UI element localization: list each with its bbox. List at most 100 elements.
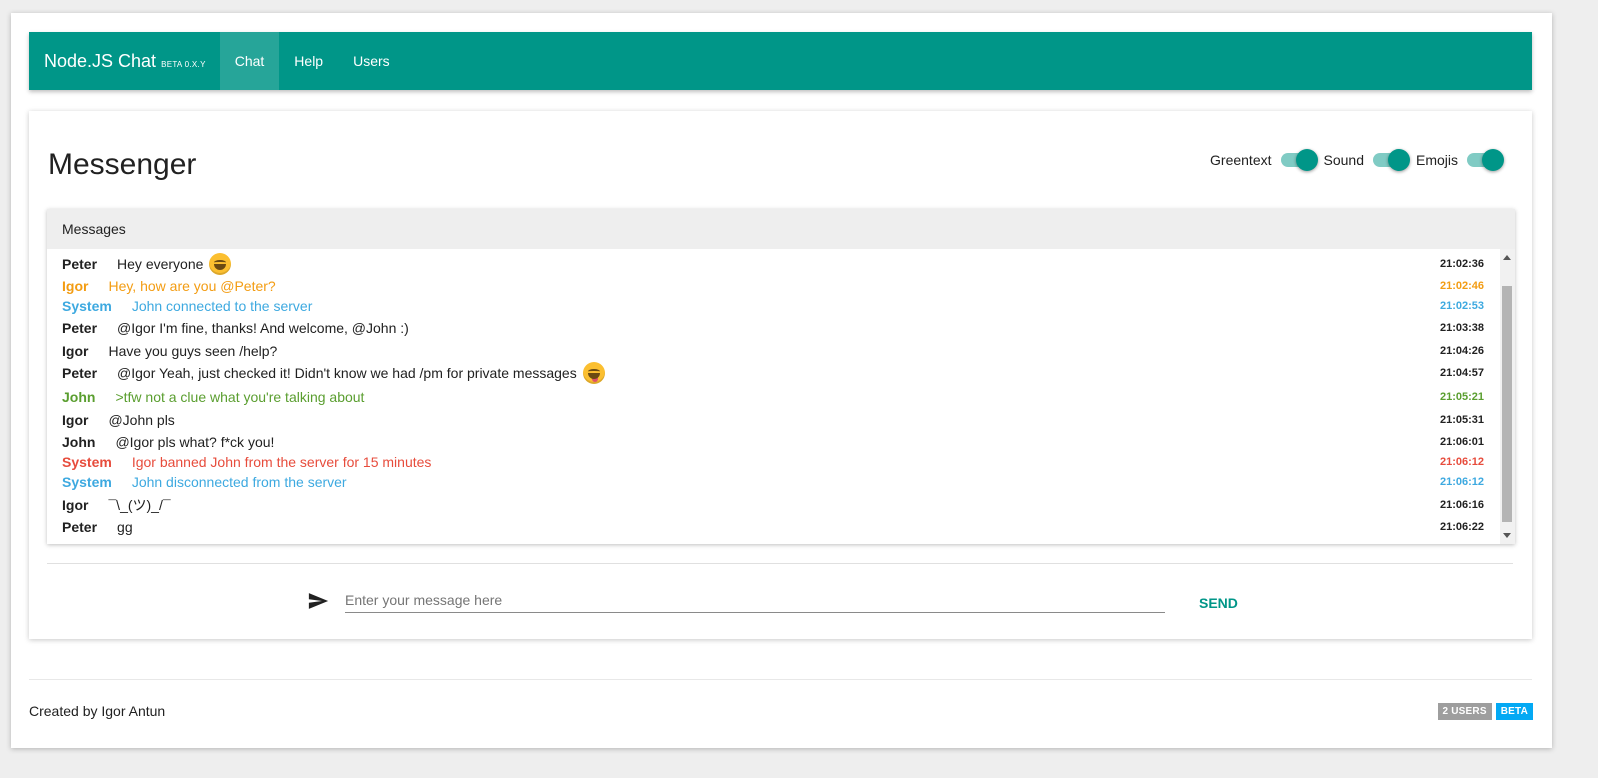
- message-user[interactable]: Igor: [62, 412, 88, 428]
- message-time: 21:06:22: [1439, 521, 1484, 533]
- message-row: Igor ¯\_(ツ)_/¯ 21:06:16: [62, 494, 1484, 516]
- message-text: Have you guys seen /help?: [108, 343, 278, 359]
- message-row: John @Igor pls what? f*ck you! 21:06:01: [62, 431, 1484, 453]
- message-time: 21:02:36: [1439, 258, 1484, 270]
- message-user[interactable]: System: [62, 474, 112, 490]
- message-user[interactable]: Peter: [62, 256, 97, 272]
- message-text: @Igor pls what? f*ck you!: [115, 434, 275, 450]
- message-text: >tfw not a clue what you're talking abou…: [115, 389, 365, 405]
- message-text-wrap: >tfw not a clue what you're talking abou…: [115, 389, 364, 405]
- grin-emoji-icon: [209, 253, 232, 275]
- send-icon: [308, 593, 329, 609]
- nav-chat[interactable]: Chat: [219, 32, 280, 90]
- message-text-wrap: gg: [117, 519, 133, 535]
- message-scrollbar[interactable]: [1500, 249, 1515, 544]
- message-time: 21:06:12: [1439, 476, 1484, 488]
- message-text-wrap: @John pls: [108, 412, 174, 428]
- message-text: John disconnected from the server: [131, 474, 347, 490]
- message-time: 21:06:16: [1439, 499, 1484, 511]
- message-row: Igor @John pls 21:05:31: [62, 409, 1484, 431]
- emojis-toggle[interactable]: [1467, 149, 1504, 171]
- nav-help[interactable]: Help: [279, 32, 338, 90]
- greentext-label: Greentext: [1210, 152, 1272, 168]
- message-row: Igor Hey, how are you @Peter? 21:02:46: [62, 275, 1484, 297]
- message-user[interactable]: John: [62, 389, 95, 405]
- message-text-wrap: Igor banned John from the server for 15 …: [132, 454, 432, 470]
- message-row: Peter @Igor Yeah, just checked it! Didn't…: [62, 362, 1484, 384]
- message-text-wrap: @Igor Yeah, just checked it! Didn't know…: [117, 362, 605, 384]
- messages-panel: Messages Peter Hey everyone 21:02:36 Igor He…: [47, 209, 1515, 544]
- messages-header: Messages: [47, 209, 1515, 249]
- navbar: Node.JS Chat BETA 0.X.Y Chat Help Users: [29, 32, 1532, 90]
- message-text: Hey, how are you @Peter?: [108, 278, 276, 294]
- message-user[interactable]: Peter: [62, 365, 97, 381]
- divider: [47, 563, 1513, 564]
- message-row: Igor Have you guys seen /help? 21:04:26: [62, 340, 1484, 362]
- message-list[interactable]: Peter Hey everyone 21:02:36 Igor Hey, how ar…: [47, 249, 1515, 544]
- message-text-wrap: John connected to the server: [132, 298, 313, 314]
- message-time: 21:05:21: [1439, 391, 1484, 403]
- nav-users[interactable]: Users: [338, 32, 405, 90]
- message-text: @Igor Yeah, just checked it! Didn't know…: [117, 365, 577, 381]
- greentext-toggle[interactable]: [1280, 149, 1318, 171]
- message-text: ¯\_(ツ)_/¯: [108, 497, 171, 513]
- users-count-badge: 2 USERS: [1437, 703, 1492, 720]
- message-text-wrap: Have you guys seen /help?: [108, 343, 277, 359]
- message-row: John >tfw not a clue what you're talking …: [62, 386, 1484, 408]
- message-text: Hey everyone: [117, 256, 204, 272]
- brand[interactable]: Node.JS Chat BETA 0.X.Y: [29, 32, 220, 90]
- message-text-wrap: Hey, how are you @Peter?: [108, 278, 275, 294]
- message-row: Peter gg 21:06:22: [62, 516, 1484, 538]
- message-text: @Igor I'm fine, thanks! And welcome, @Jo…: [117, 320, 409, 336]
- tongue-emoji-icon: [582, 362, 605, 384]
- message-user[interactable]: Peter: [62, 320, 97, 336]
- footer-credit: Created by Igor Antun: [29, 703, 166, 719]
- message-time: 21:04:57: [1439, 367, 1484, 379]
- message-time: 21:04:26: [1439, 345, 1484, 357]
- message-text-wrap: @Igor pls what? f*ck you!: [115, 434, 274, 450]
- message-text: @John pls: [108, 412, 175, 428]
- message-user[interactable]: Peter: [62, 519, 97, 535]
- brand-version: BETA 0.X.Y: [161, 59, 206, 69]
- message-user[interactable]: Igor: [62, 278, 88, 294]
- message-text-wrap: ¯\_(ツ)_/¯: [108, 495, 170, 515]
- message-text: John connected to the server: [131, 298, 313, 314]
- message-time: 21:02:53: [1439, 300, 1484, 312]
- message-user[interactable]: Igor: [62, 497, 88, 513]
- beta-badge: BETA: [1495, 703, 1533, 720]
- message-user[interactable]: System: [62, 454, 112, 470]
- message-time: 21:03:38: [1439, 322, 1484, 334]
- scroll-thumb[interactable]: [1502, 286, 1512, 522]
- message-row: System Igor banned John from the server f…: [62, 451, 1484, 473]
- message-row: System John connected to the server 21:02:…: [62, 295, 1484, 317]
- message-time: 21:02:46: [1439, 280, 1484, 292]
- message-time: 21:05:31: [1439, 414, 1484, 426]
- footer-divider: [29, 679, 1532, 680]
- send-button[interactable]: SEND: [1189, 591, 1248, 615]
- scroll-up-icon[interactable]: [1503, 255, 1511, 260]
- sound-toggle[interactable]: [1372, 149, 1410, 171]
- message-text: gg: [117, 519, 133, 535]
- message-row: Peter Hey everyone 21:02:36: [62, 253, 1484, 275]
- brand-name: Node.JS Chat: [44, 50, 157, 71]
- message-user[interactable]: John: [62, 434, 95, 450]
- footer-badges: 2 USERS BETA: [1434, 703, 1533, 720]
- scroll-down-icon[interactable]: [1503, 533, 1511, 538]
- message-text-wrap: @Igor I'm fine, thanks! And welcome, @Jo…: [117, 320, 409, 336]
- message-row: System John disconnected from the server 2…: [62, 471, 1484, 493]
- message-time: 21:06:01: [1439, 436, 1484, 448]
- settings-toggles: Greentext Sound Emojis: [1210, 149, 1510, 171]
- page-title: Messenger: [48, 148, 197, 181]
- message-text-wrap: Hey everyone: [117, 253, 232, 275]
- message-text-wrap: John disconnected from the server: [132, 474, 347, 490]
- message-time: 21:06:12: [1439, 456, 1484, 468]
- message-row: Peter @Igor I'm fine, thanks! And welcome…: [62, 317, 1484, 339]
- page: Node.JS Chat BETA 0.X.Y Chat Help Users …: [11, 13, 1552, 748]
- message-user[interactable]: System: [62, 298, 112, 314]
- message-user[interactable]: Igor: [62, 343, 88, 359]
- message-text: Igor banned John from the server for 15 …: [131, 454, 432, 470]
- messenger-card: Messenger Greentext Sound Emojis Message…: [29, 111, 1532, 639]
- emojis-label: Emojis: [1415, 152, 1458, 168]
- message-input[interactable]: [345, 587, 1165, 613]
- sound-label: Sound: [1323, 152, 1364, 168]
